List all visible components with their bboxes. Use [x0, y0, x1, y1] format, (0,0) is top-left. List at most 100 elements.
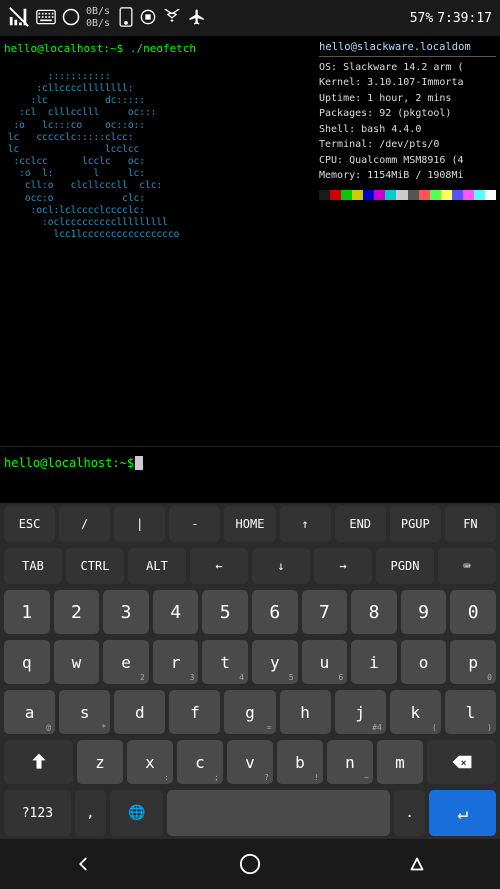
circle-icon [62, 8, 80, 29]
keyboard-row-q: q w e2 r3 t4 y5 u6 i o p0 [0, 637, 500, 687]
keyboard-row-2: TAB CTRL ALT ← ↓ → PGDN ⌨ [0, 545, 500, 587]
key-ctrl[interactable]: CTRL [66, 548, 124, 584]
key-globe[interactable]: 🌐 [110, 790, 163, 836]
key-alt[interactable]: ALT [128, 548, 186, 584]
wifi-icon [162, 9, 182, 28]
key-o[interactable]: o [401, 640, 447, 684]
nav-home[interactable] [236, 850, 264, 878]
key-n[interactable]: n~ [327, 740, 373, 784]
hostname: hello@slackware.localdom [319, 40, 496, 56]
stop-icon [140, 9, 156, 28]
key-1[interactable]: 1 [4, 590, 50, 634]
key-2[interactable]: 2 [54, 590, 100, 634]
key-7[interactable]: 7 [302, 590, 348, 634]
key-enter[interactable]: ↵ [429, 790, 496, 836]
shell-line: Shell: bash 4.4.0 [319, 122, 496, 138]
divider [319, 56, 496, 57]
key-j[interactable]: j#4 [335, 690, 386, 734]
packages-line: Packages: 92 (pkgtool) [319, 106, 496, 122]
key-5[interactable]: 5 [202, 590, 248, 634]
status-bar: 0B/s 0B/s 5 [0, 0, 500, 36]
cursor [135, 456, 143, 470]
terminal-left: hello@localhost:~$ ./neofetch ::::::::::… [0, 36, 315, 446]
uptime-line: Uptime: 1 hour, 2 mins [319, 91, 496, 107]
phone-icon [118, 7, 134, 30]
key-y[interactable]: y5 [252, 640, 298, 684]
keyboard-row-nums: 1 2 3 4 5 6 7 8 9 0 [0, 587, 500, 637]
key-b[interactable]: b! [277, 740, 323, 784]
key-x[interactable]: x: [127, 740, 173, 784]
key-4[interactable]: 4 [153, 590, 199, 634]
key-space[interactable] [167, 790, 390, 836]
kernel-line: Kernel: 3.10.107-Immorta [319, 75, 496, 91]
cmd-line-1: hello@localhost:~$ ./neofetch [2, 40, 313, 59]
key-q[interactable]: q [4, 640, 50, 684]
key-t[interactable]: t4 [202, 640, 248, 684]
key-w[interactable]: w [54, 640, 100, 684]
key-3[interactable]: 3 [103, 590, 149, 634]
input-area: hello@localhost:~$ [0, 446, 500, 478]
key-a[interactable]: a@ [4, 690, 55, 734]
key-e[interactable]: e2 [103, 640, 149, 684]
key-z[interactable]: z [77, 740, 123, 784]
key-u[interactable]: u6 [302, 640, 348, 684]
key-pgup[interactable]: PGUP [390, 506, 441, 542]
key-left[interactable]: ← [190, 548, 248, 584]
key-down[interactable]: ↓ [252, 548, 310, 584]
terminal: hello@localhost:~$ ./neofetch ::::::::::… [0, 36, 500, 446]
key-minus[interactable]: - [169, 506, 220, 542]
key-f[interactable]: f [169, 690, 220, 734]
key-esc[interactable]: ESC [4, 506, 55, 542]
signal-icon [8, 6, 30, 31]
keyboard-row-bottom: ?123 , 🌐 . ↵ [0, 787, 500, 839]
key-backspace[interactable] [427, 740, 496, 784]
key-period[interactable]: . [394, 790, 425, 836]
time-display: 7:39:17 [437, 11, 492, 26]
key-r[interactable]: r3 [153, 640, 199, 684]
key-kbd[interactable]: ⌨ [438, 548, 496, 584]
color-bar [319, 190, 496, 200]
key-up[interactable]: ↑ [280, 506, 331, 542]
prompt: hello@localhost:~$ [4, 456, 134, 470]
key-c[interactable]: c; [177, 740, 223, 784]
nav-back[interactable] [69, 850, 97, 878]
key-9[interactable]: 9 [401, 590, 447, 634]
ascii-art: ::::::::::: :cllccccllllllll: :lc dc::::… [2, 59, 313, 241]
key-pipe[interactable]: | [114, 506, 165, 542]
terminal-right: hello@slackware.localdom OS: Slackware 1… [315, 36, 500, 446]
nav-bar [0, 839, 500, 889]
terminal-line: Terminal: /dev/pts/0 [319, 137, 496, 153]
key-i[interactable]: i [351, 640, 397, 684]
key-0[interactable]: 0 [450, 590, 496, 634]
key-8[interactable]: 8 [351, 590, 397, 634]
key-p[interactable]: p0 [450, 640, 496, 684]
key-v[interactable]: v? [227, 740, 273, 784]
key-k[interactable]: k( [390, 690, 441, 734]
key-6[interactable]: 6 [252, 590, 298, 634]
key-l[interactable]: l) [445, 690, 496, 734]
key-end[interactable]: END [335, 506, 386, 542]
key-slash[interactable]: / [59, 506, 110, 542]
os-line: OS: Slackware 14.2 arm ( [319, 60, 496, 76]
airplane-icon [188, 8, 206, 29]
key-h[interactable]: h [280, 690, 331, 734]
key-home[interactable]: HOME [224, 506, 275, 542]
nav-recents[interactable] [403, 850, 431, 878]
status-left: 0B/s 0B/s [8, 6, 206, 31]
status-right: 57% 7:39:17 [410, 11, 492, 26]
key-g[interactable]: g= [224, 690, 275, 734]
keyboard-row-1: ESC / | - HOME ↑ END PGUP FN [0, 503, 500, 545]
key-d[interactable]: d [114, 690, 165, 734]
keyboard-row-a: a@ s* d f g= h j#4 k( l) [0, 687, 500, 737]
keyboard: ESC / | - HOME ↑ END PGUP FN TAB CTRL AL… [0, 503, 500, 839]
key-num-switch[interactable]: ?123 [4, 790, 71, 836]
key-fn[interactable]: FN [445, 506, 496, 542]
key-comma[interactable]: , [75, 790, 106, 836]
key-s[interactable]: s* [59, 690, 110, 734]
key-m[interactable]: m [377, 740, 423, 784]
key-right[interactable]: → [314, 548, 372, 584]
key-pgdn[interactable]: PGDN [376, 548, 434, 584]
data-rates: 0B/s 0B/s [86, 6, 110, 30]
key-shift[interactable] [4, 740, 73, 784]
key-tab[interactable]: TAB [4, 548, 62, 584]
